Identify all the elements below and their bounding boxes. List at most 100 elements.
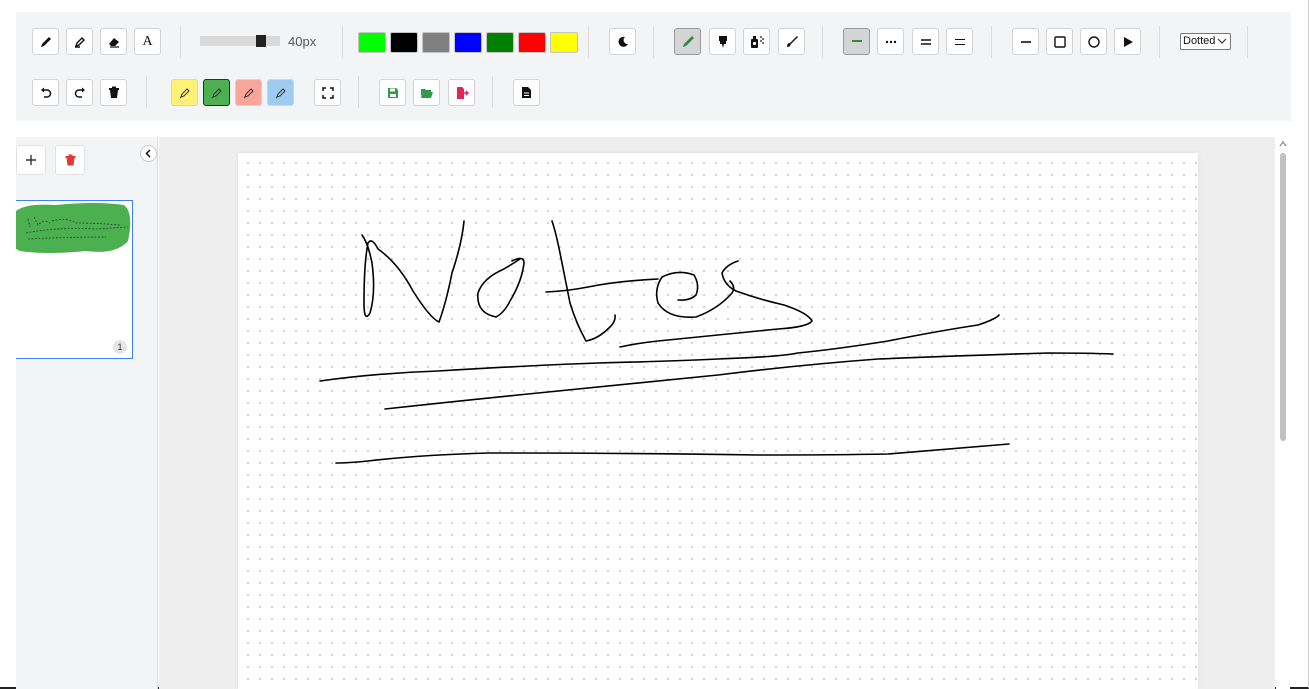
chevron-down-icon: [1217, 38, 1227, 44]
marker-icon: [74, 36, 85, 48]
thin-double-line-button[interactable]: [946, 28, 973, 55]
delete-page-button[interactable]: [55, 145, 85, 175]
color-swatch[interactable]: [390, 32, 418, 53]
brush-size-slider[interactable]: [200, 35, 280, 47]
blue-highlighter-button[interactable]: [267, 79, 294, 106]
trash-icon: [65, 154, 75, 166]
save-button[interactable]: [379, 79, 406, 106]
vertical-scrollbar[interactable]: [1276, 137, 1290, 689]
toolbar-separator: [146, 76, 147, 108]
ink-stroke: [477, 257, 525, 318]
ink-stroke: [545, 278, 659, 293]
fullscreen-button[interactable]: [314, 79, 341, 106]
text-icon: A: [142, 33, 153, 49]
line-shape-button[interactable]: [1012, 28, 1039, 55]
toolbar-separator: [822, 26, 823, 58]
redo-button[interactable]: [66, 79, 93, 106]
brush-fine-button[interactable]: [778, 28, 805, 55]
marker-tool-button[interactable]: [66, 28, 93, 55]
pencil-tool-button[interactable]: [32, 28, 59, 55]
toolbar: A 40px Dotted: [16, 12, 1291, 121]
circle-icon: [1087, 35, 1100, 48]
open-file-button[interactable]: [413, 79, 440, 106]
open-folder-icon: [420, 88, 433, 98]
ink-stroke: [361, 220, 465, 323]
brush-pen-button[interactable]: [674, 28, 701, 55]
ink-strokes: [319, 220, 1114, 464]
toolbar-separator: [991, 26, 992, 58]
toolbar-separator: [342, 26, 343, 58]
solid-line-icon: [851, 39, 862, 42]
clear-canvas-button[interactable]: [100, 79, 127, 106]
toolbar-separator: [1159, 26, 1160, 58]
spray-icon: [750, 35, 764, 48]
chevron-left-icon: [145, 149, 151, 158]
background-style-value: Dotted: [1183, 35, 1216, 47]
rectangle-icon: [1053, 35, 1066, 48]
arrow-shape-button[interactable]: [1114, 28, 1141, 55]
color-swatch[interactable]: [518, 32, 546, 53]
trash-icon: [108, 86, 119, 98]
toolbar-separator: [358, 76, 359, 108]
circle-shape-button[interactable]: [1080, 28, 1107, 55]
undo-button[interactable]: [32, 79, 59, 106]
color-swatch[interactable]: [358, 32, 386, 53]
fine-brush-icon: [786, 35, 798, 47]
add-page-button[interactable]: [16, 145, 46, 175]
page-thumbnail-preview: [16, 203, 131, 253]
export-button[interactable]: [448, 79, 475, 106]
drawing-canvas[interactable]: [238, 153, 1198, 689]
brush-green-icon: [682, 35, 694, 47]
highlighter-pen-icon: [275, 87, 286, 98]
plus-icon: [26, 155, 36, 165]
ink-stroke: [619, 260, 813, 348]
ink-stroke: [655, 271, 735, 319]
thin-double-line-icon: [954, 38, 965, 45]
page-thumbnail[interactable]: 1: [16, 200, 133, 359]
undo-icon: [40, 87, 51, 98]
highlighter-pen-icon: [211, 87, 222, 98]
line-icon: [1020, 40, 1031, 43]
background-style-select[interactable]: Dotted: [1180, 33, 1231, 50]
pink-highlighter-button[interactable]: [235, 79, 262, 106]
scroll-up-icon[interactable]: [1279, 140, 1287, 148]
highlighter-pen-icon: [243, 87, 254, 98]
solid-line-button[interactable]: [843, 28, 870, 55]
export-pdf-icon: [456, 86, 469, 99]
highlighter-pen-icon: [179, 87, 190, 98]
app-window: A 40px Dotted 1: [0, 0, 1309, 689]
toolbar-separator: [653, 26, 654, 58]
yellow-highlighter-button[interactable]: [171, 79, 198, 106]
document-icon: [522, 87, 531, 98]
dotted-line-button[interactable]: [877, 28, 904, 55]
color-swatch[interactable]: [422, 32, 450, 53]
dotted-line-icon: [885, 40, 896, 43]
dark-mode-button[interactable]: [609, 28, 636, 55]
color-swatch[interactable]: [454, 32, 482, 53]
toolbar-separator: [1247, 26, 1248, 58]
play-icon: [1123, 36, 1133, 47]
green-highlighter-button[interactable]: [203, 79, 230, 106]
ink-stroke: [319, 314, 1000, 382]
text-tool-button[interactable]: A: [134, 28, 161, 55]
scrollbar-thumb[interactable]: [1280, 153, 1286, 441]
moon-icon: [618, 36, 628, 47]
collapse-sidebar-button[interactable]: [140, 145, 157, 162]
document-button[interactable]: [513, 79, 540, 106]
color-swatch[interactable]: [550, 32, 578, 53]
toolbar-separator: [180, 26, 181, 58]
toolbar-separator: [588, 26, 589, 58]
toolbar-separator: [492, 76, 493, 108]
brush-spray-button[interactable]: [743, 28, 770, 55]
brush-marker-button[interactable]: [709, 28, 736, 55]
rectangle-shape-button[interactable]: [1046, 28, 1073, 55]
double-line-button[interactable]: [912, 28, 939, 55]
brush-size-label: 40px: [288, 34, 317, 49]
eraser-tool-button[interactable]: [100, 28, 127, 55]
color-swatch[interactable]: [486, 32, 514, 53]
page-number-badge: 1: [113, 340, 127, 354]
fullscreen-icon: [321, 86, 334, 99]
redo-icon: [74, 87, 85, 98]
slider-handle[interactable]: [256, 35, 266, 47]
save-icon: [387, 87, 398, 98]
